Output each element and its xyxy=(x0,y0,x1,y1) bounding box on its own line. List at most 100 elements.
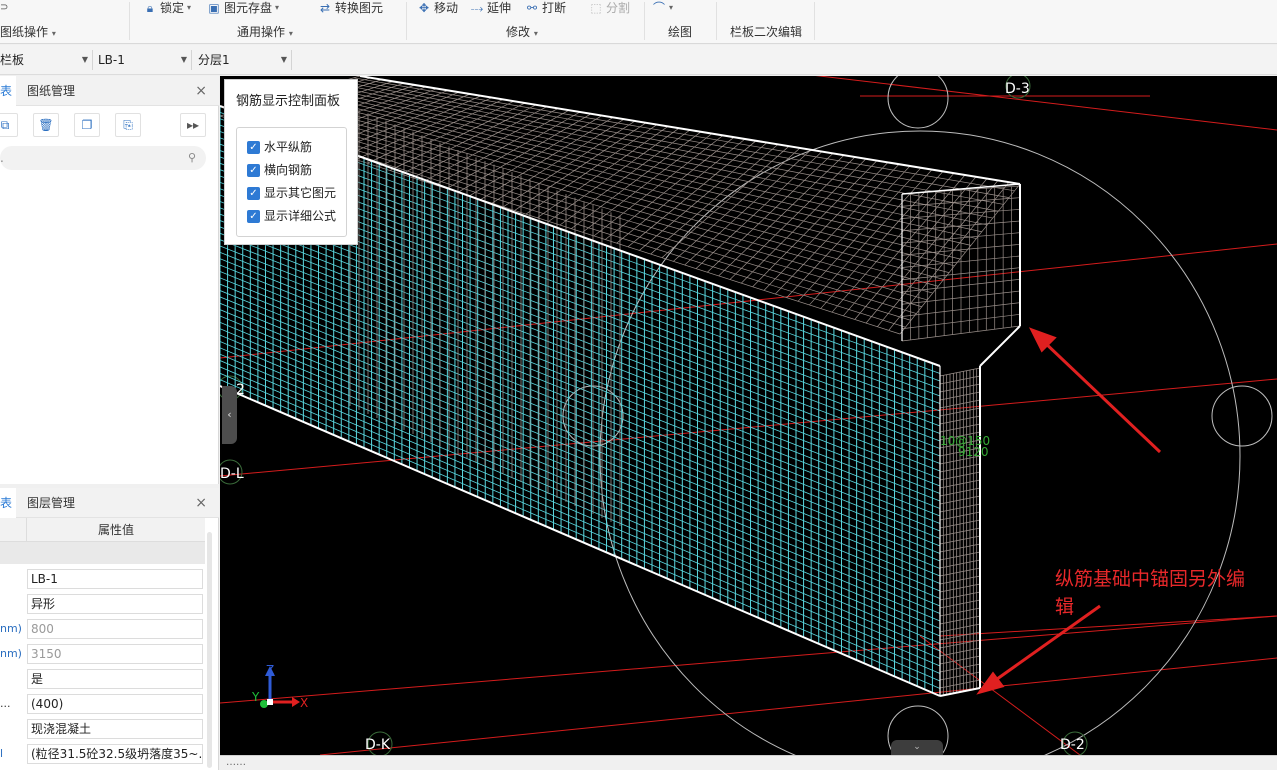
axis-gizmo: Z Y X xyxy=(251,663,308,710)
property-value[interactable]: (400) xyxy=(27,694,203,714)
more-icon[interactable]: ▸▸ xyxy=(180,113,206,137)
tab-drawing-management[interactable]: 图纸管理 xyxy=(27,76,75,106)
type-select[interactable]: 栏板 ▼ xyxy=(0,50,93,70)
tab-bar: 表 图纸管理 × xyxy=(0,76,219,106)
rebar-line xyxy=(220,385,941,697)
split-button[interactable]: ⬚ 分割 xyxy=(589,0,630,16)
checkbox-show-other-elements[interactable]: ✓ 显示其它图元 xyxy=(247,184,336,202)
property-value[interactable]: 现浇混凝土 xyxy=(27,719,203,739)
extend-icon: ⤏ xyxy=(470,1,484,15)
property-panel: 表 图层管理 × 属性值 LB-1 异形 nm) 800 nm) 3150 是 … xyxy=(0,488,219,770)
collapse-left-panel-button[interactable]: ‹ xyxy=(222,386,237,444)
checkbox-checked-icon[interactable]: ✓ xyxy=(247,140,260,154)
rebar-line xyxy=(220,379,941,689)
rebar-line xyxy=(220,277,941,569)
axis-label: D-2 xyxy=(1060,737,1085,753)
property-row: l (粒径31.5砼32.5级坍落度35~... xyxy=(0,741,205,766)
ribbon: ⊃ 🔒︎ 锁定 ▾ ▣ 图元存盘 ▾ ⇄ 转换图元 ✥ 移动 ⤏ 延伸 ⚯ 打断 ⬚… xyxy=(0,0,1277,44)
ribbon-divider xyxy=(716,2,717,40)
group-common-ops[interactable]: 通用操作 ▾ xyxy=(237,24,293,40)
property-section-header xyxy=(0,542,205,564)
tab-property-list[interactable]: 表 xyxy=(0,488,16,518)
checkbox-horizontal-longitudinal[interactable]: ✓ 水平纵筋 xyxy=(247,138,312,156)
chevron-down-icon: ▾ xyxy=(187,3,192,12)
axis-label: 2 xyxy=(236,382,245,398)
expand-bottom-panel-button[interactable]: ⌄ xyxy=(891,740,943,755)
tab-component-list[interactable]: 表 xyxy=(0,76,16,106)
ribbon-divider xyxy=(644,2,645,40)
checkbox-show-formula[interactable]: ✓ 显示详细公式 xyxy=(247,207,336,225)
chevron-down-icon: ▾ xyxy=(275,3,280,12)
copy-icon[interactable]: ❐ xyxy=(74,113,100,137)
rebar-line xyxy=(220,334,941,637)
property-value[interactable]: 3150 xyxy=(27,644,203,664)
arc-icon: ⌒ xyxy=(652,1,665,15)
property-row: LB-1 xyxy=(0,566,205,591)
chevron-down-icon: ▾ xyxy=(533,29,538,38)
ribbon-divider xyxy=(814,2,815,40)
lock-icon: 🔒︎ xyxy=(146,1,154,15)
rebar-line xyxy=(220,258,941,547)
layer-select[interactable]: 分层1 ▼ xyxy=(198,50,292,70)
new-icon[interactable]: ⧉ xyxy=(0,113,18,137)
chevron-down-icon: ▾ xyxy=(288,29,293,38)
rebar-line xyxy=(220,341,941,644)
move-icon: ✥ xyxy=(418,1,430,15)
group-modify[interactable]: 修改 ▾ xyxy=(506,24,538,40)
group-railing-edit: 栏板二次编辑 xyxy=(730,25,803,39)
checkbox-checked-icon[interactable]: ✓ xyxy=(247,163,260,177)
status-text: …… xyxy=(226,757,246,768)
rebar-line xyxy=(220,353,941,659)
scrollbar[interactable] xyxy=(207,532,212,768)
checkbox-checked-icon[interactable]: ✓ xyxy=(247,209,260,223)
group-draw: 绘图 xyxy=(668,25,693,39)
search-input[interactable]: . ⚲ xyxy=(0,146,206,170)
property-value[interactable]: (粒径31.5砼32.5级坍落度35~... xyxy=(27,744,203,764)
selector-toolbar: 栏板 ▼ LB-1 ▼ 分层1 ▼ xyxy=(0,45,1277,75)
extend-button[interactable]: ⤏ 延伸 xyxy=(470,0,511,16)
convert-icon: ⇄ xyxy=(319,1,331,15)
group-drawing-ops[interactable]: 图纸操作 ▾ xyxy=(0,24,56,40)
bottom-status-strip: …… xyxy=(220,755,1277,770)
axis-label: D-3 xyxy=(1005,81,1030,97)
property-row: nm) 800 xyxy=(0,616,205,641)
rebar-line xyxy=(220,366,941,674)
draw-arc-button[interactable]: ⌒ ▾ xyxy=(652,0,673,16)
rebar-display-control-panel: 钢筋显示控制面板 ✓ 水平纵筋 ✓ 横向钢筋 ✓ 显示其它图元 ✓ 显示详细公式 xyxy=(224,79,358,245)
move-button[interactable]: ✥ 移动 xyxy=(417,0,458,16)
chevron-down-icon: ▼ xyxy=(81,55,88,64)
property-value[interactable]: 800 xyxy=(27,619,203,639)
save-icon[interactable]: ⎘ xyxy=(115,113,141,137)
convert-element-button[interactable]: ⇄ 转换图元 xyxy=(318,0,383,16)
break-icon: ⚯ xyxy=(526,1,538,15)
3d-viewport[interactable]: D-3 D-L D-K D-2 2 10@150 9120 Z Y X xyxy=(220,76,1277,755)
property-value[interactable]: 是 xyxy=(27,669,203,689)
rebar-line xyxy=(979,325,1021,367)
checkbox-transverse-rebar[interactable]: ✓ 横向钢筋 xyxy=(247,161,312,179)
save-element-icon: ▣ xyxy=(208,1,220,15)
axis-label: D-K xyxy=(365,737,391,753)
close-icon[interactable]: × xyxy=(195,488,207,518)
close-icon[interactable]: × xyxy=(195,76,207,106)
property-value[interactable]: 异形 xyxy=(27,594,203,614)
tab-bar: 表 图层管理 × xyxy=(0,488,219,518)
name-select[interactable]: LB-1 ▼ xyxy=(98,50,192,70)
rebar-line xyxy=(220,251,941,539)
checkbox-checked-icon[interactable]: ✓ xyxy=(247,186,260,200)
lock-button[interactable]: 🔒︎ 锁定 ▾ xyxy=(143,0,191,16)
break-button[interactable]: ⚯ 打断 xyxy=(525,0,566,16)
tab-layer-management[interactable]: 图层管理 xyxy=(27,488,75,518)
rebar-line xyxy=(220,271,941,562)
x-axis-label: X xyxy=(300,696,308,710)
delete-icon[interactable]: 🗑︎ xyxy=(33,113,59,137)
column-header-value: 属性值 xyxy=(26,518,205,542)
split-icon: ⬚ xyxy=(590,1,602,15)
property-value[interactable]: LB-1 xyxy=(27,569,203,589)
rebar-line xyxy=(220,232,941,517)
rebar-line xyxy=(220,302,941,599)
control-panel-title: 钢筋显示控制面板 xyxy=(236,94,341,109)
annotation-text: 辑 xyxy=(1055,596,1075,618)
rebar-line xyxy=(899,183,1021,335)
rebar-line xyxy=(220,328,941,629)
save-element-button[interactable]: ▣ 图元存盘 ▾ xyxy=(207,0,279,16)
